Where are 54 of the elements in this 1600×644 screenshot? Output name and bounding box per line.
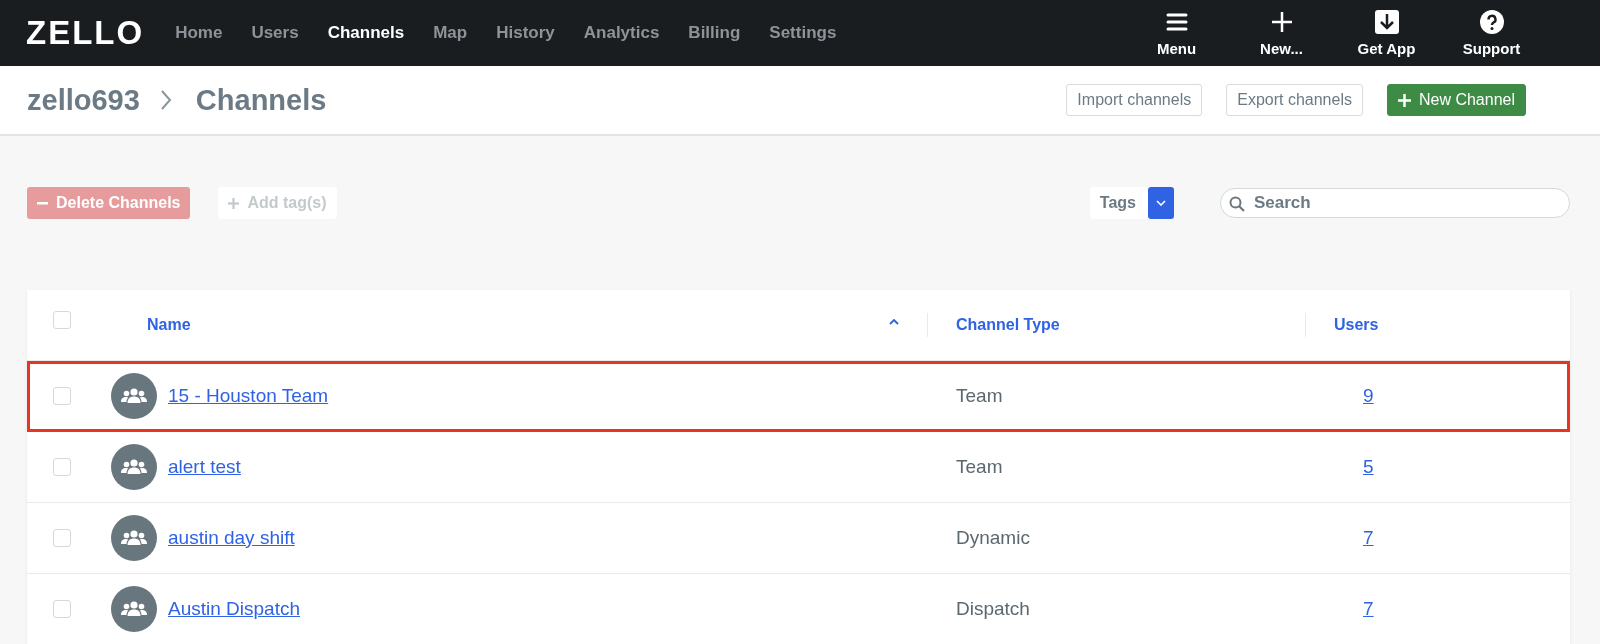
- column-header[interactable]: Name: [147, 316, 191, 334]
- plus-icon[interactable]: [1270, 9, 1293, 34]
- nav-link[interactable]: Settings: [769, 23, 837, 43]
- chevron-right-icon: [159, 89, 172, 111]
- search-field[interactable]: Search: [1220, 188, 1570, 218]
- select-all-checkbox[interactable]: [53, 311, 71, 329]
- group-avatar-icon: [111, 586, 157, 632]
- channel-type: Team: [956, 456, 1003, 478]
- column-header[interactable]: Users: [1334, 316, 1379, 334]
- group-avatar-icon: [111, 515, 157, 561]
- user-count-link[interactable]: 5: [1363, 456, 1374, 478]
- header-button[interactable]: Export channels: [1226, 84, 1363, 116]
- plus-icon: [1397, 93, 1411, 107]
- plus-icon: [228, 197, 240, 209]
- tags-dropdown[interactable]: Tags: [1089, 187, 1174, 219]
- row-checkbox[interactable]: [53, 458, 71, 476]
- group-avatar-icon: [111, 444, 157, 490]
- channel-type: Team: [956, 385, 1003, 407]
- channel-name-link[interactable]: austin day shift: [168, 527, 295, 549]
- help-icon[interactable]: [1479, 9, 1504, 34]
- nav-link[interactable]: Billing: [688, 23, 741, 43]
- channel-type: Dynamic: [956, 527, 1030, 549]
- action-label[interactable]: New...: [1260, 39, 1303, 57]
- channel-name-link[interactable]: 15 - Houston Team: [168, 385, 329, 407]
- nav-link[interactable]: Analytics: [583, 23, 660, 43]
- nav-link[interactable]: Home: [175, 23, 223, 43]
- nav-link[interactable]: Map: [433, 23, 468, 43]
- channel-name-link[interactable]: alert test: [168, 456, 241, 478]
- user-count-link[interactable]: 9: [1363, 385, 1374, 407]
- row-checkbox[interactable]: [53, 387, 71, 405]
- channel-type: Dispatch: [956, 598, 1030, 620]
- group-avatar-icon: [111, 373, 157, 419]
- row-checkbox[interactable]: [53, 600, 71, 618]
- nav-link[interactable]: Channels: [327, 23, 405, 43]
- action-label[interactable]: Support: [1462, 39, 1521, 57]
- action-label[interactable]: Menu: [1156, 39, 1197, 57]
- row-checkbox[interactable]: [53, 529, 71, 547]
- download-icon[interactable]: [1374, 9, 1399, 34]
- nav-link[interactable]: History: [496, 23, 555, 43]
- caret-icon: [1156, 200, 1166, 206]
- column-header[interactable]: Channel Type: [956, 316, 1060, 334]
- minus-icon: [37, 201, 48, 205]
- nav-link[interactable]: Users: [251, 23, 299, 43]
- sort-ascending-icon[interactable]: [889, 319, 899, 325]
- header-button[interactable]: New Channel: [1386, 84, 1526, 116]
- page-title: Channels: [195, 83, 327, 117]
- user-count-link[interactable]: 7: [1363, 527, 1374, 549]
- action-label[interactable]: Get App: [1357, 39, 1416, 57]
- breadcrumb-link[interactable]: zello693: [27, 83, 140, 117]
- zello-logo[interactable]: ZELLO: [26, 14, 145, 52]
- header-button[interactable]: Import channels: [1066, 84, 1203, 116]
- channel-name-link[interactable]: Austin Dispatch: [168, 598, 300, 620]
- search-icon: [1229, 196, 1245, 212]
- user-count-link[interactable]: 7: [1363, 598, 1374, 620]
